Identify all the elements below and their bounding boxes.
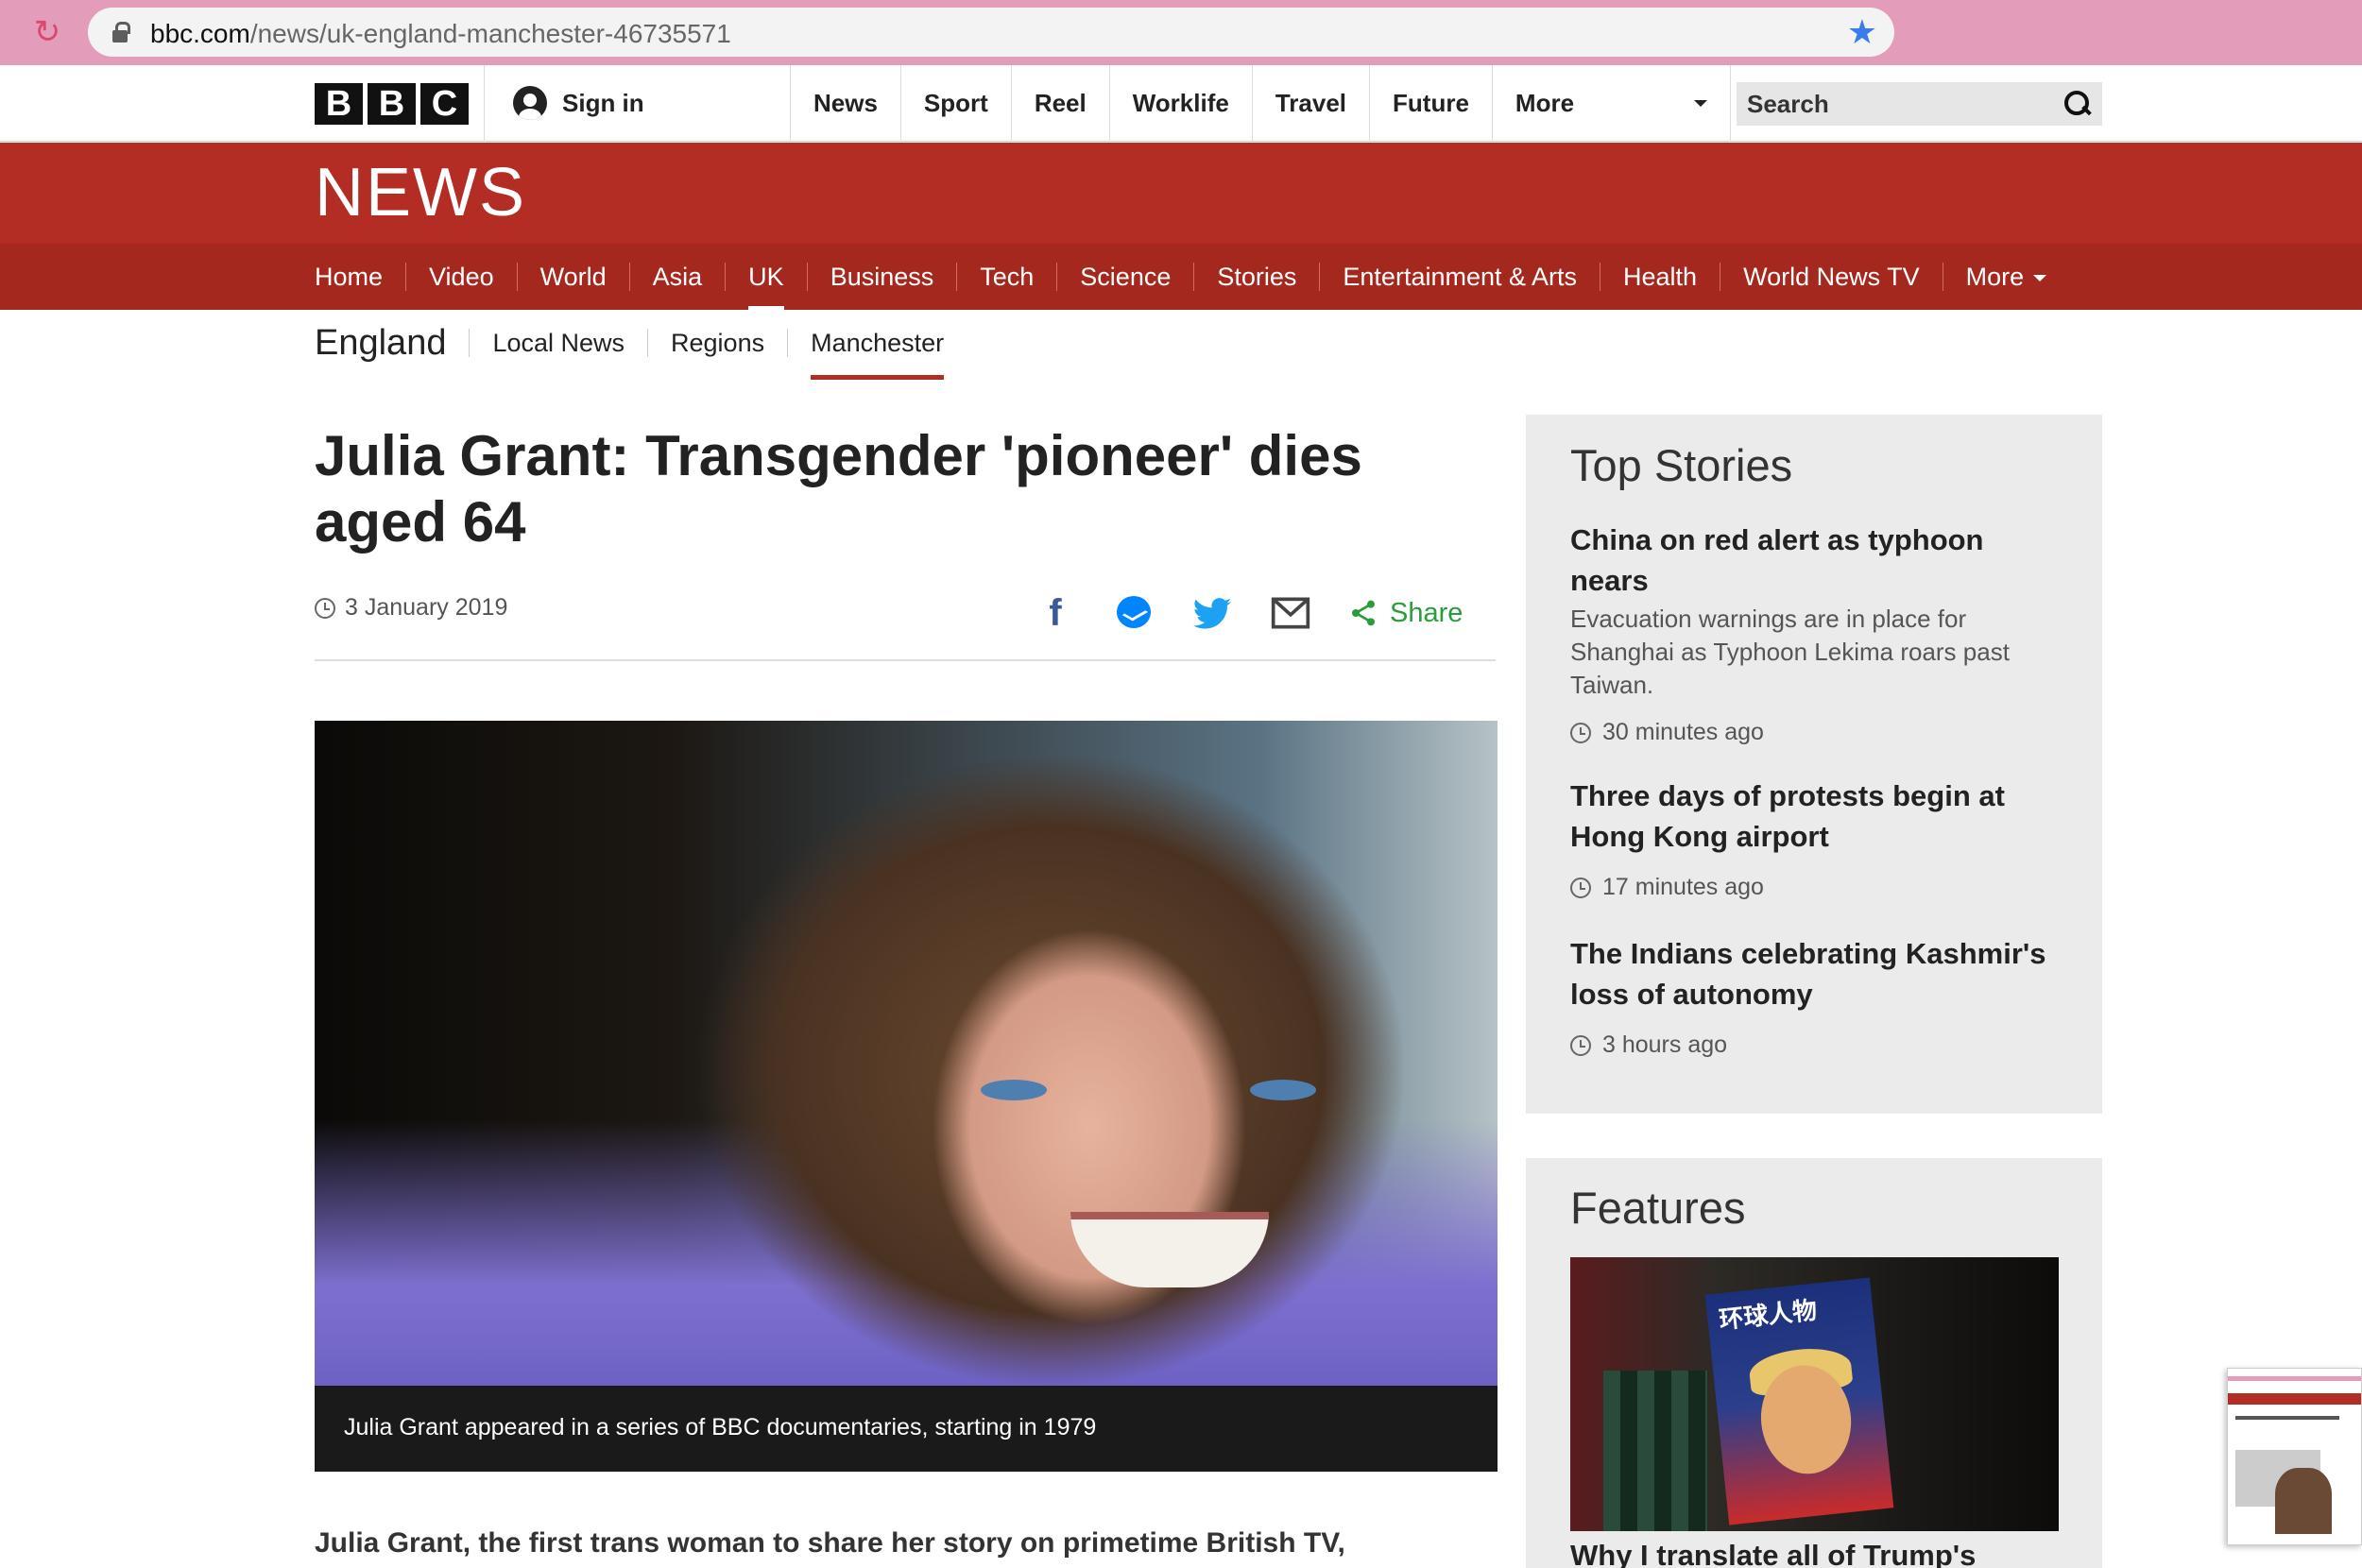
article-date: 3 January 2019 — [315, 594, 507, 622]
features-panel: Features 环球人物 Why I translate all of Tru… — [1526, 1158, 2102, 1568]
global-nav: B B C Sign in News Sport Reel Worklife T… — [0, 65, 2362, 142]
article-headline: Julia Grant: Transgender 'pioneer' dies … — [315, 424, 1362, 554]
chevron-down-icon — [2033, 275, 2047, 282]
global-nav-future[interactable]: Future — [1369, 65, 1492, 142]
clock-icon — [315, 597, 335, 619]
global-nav-sport[interactable]: Sport — [899, 65, 1011, 142]
facebook-icon[interactable]: f — [1035, 592, 1076, 634]
section-science[interactable]: Science — [1056, 263, 1193, 291]
reload-icon[interactable]: ↻ — [30, 15, 64, 49]
clock-icon — [1570, 1034, 1591, 1056]
messenger-icon[interactable] — [1113, 592, 1155, 634]
divider — [315, 659, 1496, 661]
section-world[interactable]: World — [516, 263, 629, 291]
clock-icon — [1570, 722, 1591, 743]
england-sub-nav: England Local News Regions Manchester — [315, 315, 967, 380]
share-icon — [1348, 598, 1378, 628]
section-world-news-tv[interactable]: World News TV — [1720, 263, 1943, 291]
browser-toolbar: ↻ bbc.com/news/uk-england-manchester-467… — [0, 0, 2362, 65]
chevron-down-icon — [1693, 100, 1707, 107]
feature-title[interactable]: Why I translate all of Trump's — [1570, 1539, 1976, 1568]
top-stories-panel: Top Stories China on red alert as typhoo… — [1526, 415, 2102, 1114]
global-nav-reel[interactable]: Reel — [1010, 65, 1109, 142]
hero-image — [315, 721, 1498, 1386]
hero-eye — [1250, 1080, 1316, 1100]
features-title: Features — [1570, 1183, 1746, 1233]
section-entertainment-arts[interactable]: Entertainment & Arts — [1319, 263, 1600, 291]
news-banner: NEWS — [0, 143, 2362, 244]
subnav-local-news[interactable]: Local News — [469, 329, 647, 357]
bookmark-star-icon[interactable]: ★ — [1847, 13, 1877, 51]
top-story-item[interactable]: Three days of protests begin at Hong Kon… — [1570, 775, 2062, 901]
search-icon[interactable] — [2064, 91, 2089, 115]
url-text: bbc.com/news/uk-england-manchester-46735… — [150, 19, 731, 48]
share-tools: f Share — [1035, 592, 1463, 634]
subnav-manchester[interactable]: Manchester — [787, 329, 967, 380]
bbc-logo[interactable]: B B C — [315, 83, 469, 125]
feature-image[interactable]: 环球人物 — [1570, 1257, 2059, 1531]
global-nav-worklife[interactable]: Worklife — [1108, 65, 1252, 142]
top-story-item[interactable]: China on red alert as typhoon nears Evac… — [1570, 520, 2062, 746]
section-video[interactable]: Video — [405, 263, 517, 291]
feature-image-bottles — [1603, 1371, 1707, 1531]
region-title[interactable]: England — [315, 323, 469, 364]
section-stories[interactable]: Stories — [1193, 263, 1319, 291]
news-logo[interactable]: NEWS — [315, 159, 526, 227]
screenshot-thumbnail[interactable] — [2227, 1368, 2362, 1545]
feature-image-magazine: 环球人物 — [1704, 1277, 1894, 1525]
search-box — [1737, 82, 2102, 126]
section-business[interactable]: Business — [806, 263, 957, 291]
global-nav-news[interactable]: News — [790, 65, 900, 142]
section-home[interactable]: Home — [315, 263, 405, 291]
search-input[interactable] — [1737, 82, 2048, 126]
top-stories-title: Top Stories — [1570, 440, 1793, 490]
global-nav-links: News Sport Reel Worklife Travel Future M… — [790, 65, 1731, 142]
section-tech[interactable]: Tech — [956, 263, 1056, 291]
email-icon[interactable] — [1270, 592, 1311, 634]
global-nav-travel[interactable]: Travel — [1251, 65, 1369, 142]
user-icon — [513, 86, 547, 120]
address-bar[interactable]: bbc.com/news/uk-england-manchester-46735… — [88, 8, 1894, 57]
subnav-regions[interactable]: Regions — [647, 329, 787, 357]
sign-in-link[interactable]: Sign in — [513, 86, 644, 120]
twitter-icon[interactable] — [1191, 592, 1233, 634]
news-section-nav: Home Video World Asia UK Business Tech S… — [0, 244, 2362, 310]
lock-icon — [112, 22, 130, 43]
hero-smile — [1070, 1212, 1269, 1287]
section-asia[interactable]: Asia — [628, 263, 726, 291]
section-health[interactable]: Health — [1600, 263, 1720, 291]
global-nav-more[interactable]: More — [1491, 65, 1731, 142]
section-more[interactable]: More — [1942, 263, 2070, 291]
hero-eye — [981, 1080, 1047, 1100]
article-lede: Julia Grant, the first trans woman to sh… — [315, 1527, 1345, 1559]
clock-icon — [1570, 877, 1591, 898]
nav-divider — [484, 65, 485, 142]
section-uk[interactable]: UK — [725, 263, 807, 310]
image-caption: Julia Grant appeared in a series of BBC … — [315, 1386, 1498, 1472]
top-story-item[interactable]: The Indians celebrating Kashmir's loss o… — [1570, 933, 2062, 1059]
share-button[interactable]: Share — [1348, 598, 1463, 629]
